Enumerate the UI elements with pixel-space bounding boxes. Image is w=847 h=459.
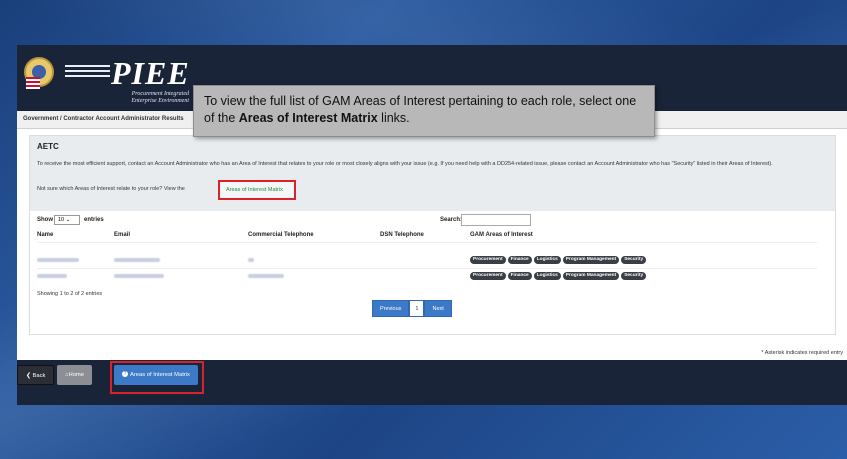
page-size-select[interactable]: 10 ⌄ xyxy=(54,215,80,225)
row-divider xyxy=(37,268,817,269)
question-circle-icon: ? xyxy=(122,371,128,378)
results-title: Government / Contractor Account Administ… xyxy=(23,116,184,122)
column-header-gam-areas[interactable]: GAM Areas of Interest xyxy=(470,232,533,238)
previous-page-button[interactable]: Previous xyxy=(372,300,410,317)
show-label: Show xyxy=(37,217,53,223)
required-note: * Asterisk indicates required entry xyxy=(761,350,843,356)
not-sure-text: Not sure which Areas of Interest relate … xyxy=(37,186,185,192)
redacted-phone xyxy=(248,258,254,262)
redacted-email xyxy=(114,274,164,278)
redacted-phone xyxy=(248,274,284,278)
column-header-commercial-telephone[interactable]: Commercial Telephone xyxy=(248,232,314,238)
search-label: Search: xyxy=(440,217,463,223)
entries-label: entries xyxy=(84,217,104,223)
area-badge: Procurement xyxy=(470,272,506,280)
area-badge: Program Management xyxy=(562,272,620,280)
redacted-name xyxy=(37,258,79,262)
flag-icon xyxy=(26,77,40,89)
help-tooltip: To view the full list of GAM Areas of In… xyxy=(193,85,655,137)
header-divider xyxy=(37,242,817,243)
area-badge: Logistics xyxy=(533,256,561,264)
areas-badges: Procurement Finance Logistics Program Ma… xyxy=(470,256,647,264)
chevron-left-icon: ❮ xyxy=(26,373,31,379)
panel-heading: AETC xyxy=(37,142,59,151)
redacted-email xyxy=(114,258,160,262)
redacted-name xyxy=(37,274,67,278)
area-badge: Procurement xyxy=(470,256,506,264)
search-input[interactable] xyxy=(461,214,531,226)
logo-title: PIEE xyxy=(111,55,190,91)
area-badge: Finance xyxy=(507,272,532,280)
column-header-name[interactable]: Name xyxy=(37,232,53,238)
area-badge: Security xyxy=(621,272,647,280)
column-header-email[interactable]: Email xyxy=(114,232,130,238)
column-header-dsn-telephone[interactable]: DSN Telephone xyxy=(380,232,424,238)
panel-header: AETC To receive the most efficient suppo… xyxy=(30,136,835,211)
info-text: To receive the most efficient support, c… xyxy=(37,161,773,167)
pagination: Previous 1 Next xyxy=(372,300,452,317)
main-content: AETC To receive the most efficient suppo… xyxy=(17,129,847,373)
showing-entries: Showing 1 to 2 of 2 entries xyxy=(37,291,103,297)
area-badge: Security xyxy=(621,256,647,264)
matrix-link-highlight: Areas of Interest Matrix xyxy=(218,180,296,200)
area-badge: Logistics xyxy=(533,272,561,280)
next-page-button[interactable]: Next xyxy=(424,300,452,317)
areas-of-interest-matrix-button[interactable]: ? Areas of Interest Matrix xyxy=(114,365,198,385)
back-button[interactable]: ❮ Back xyxy=(17,365,55,385)
areas-badges: Procurement Finance Logistics Program Ma… xyxy=(470,272,647,280)
home-button[interactable]: ⌂Home xyxy=(57,365,92,385)
logo-subtitle: Procurement Integrated Enterprise Enviro… xyxy=(131,91,189,104)
logo-lines xyxy=(65,65,110,79)
admin-panel: AETC To receive the most efficient suppo… xyxy=(29,135,836,335)
area-badge: Finance xyxy=(507,256,532,264)
page-1-button[interactable]: 1 xyxy=(409,300,425,317)
areas-of-interest-matrix-link[interactable]: Areas of Interest Matrix xyxy=(226,187,283,193)
area-badge: Program Management xyxy=(562,256,620,264)
